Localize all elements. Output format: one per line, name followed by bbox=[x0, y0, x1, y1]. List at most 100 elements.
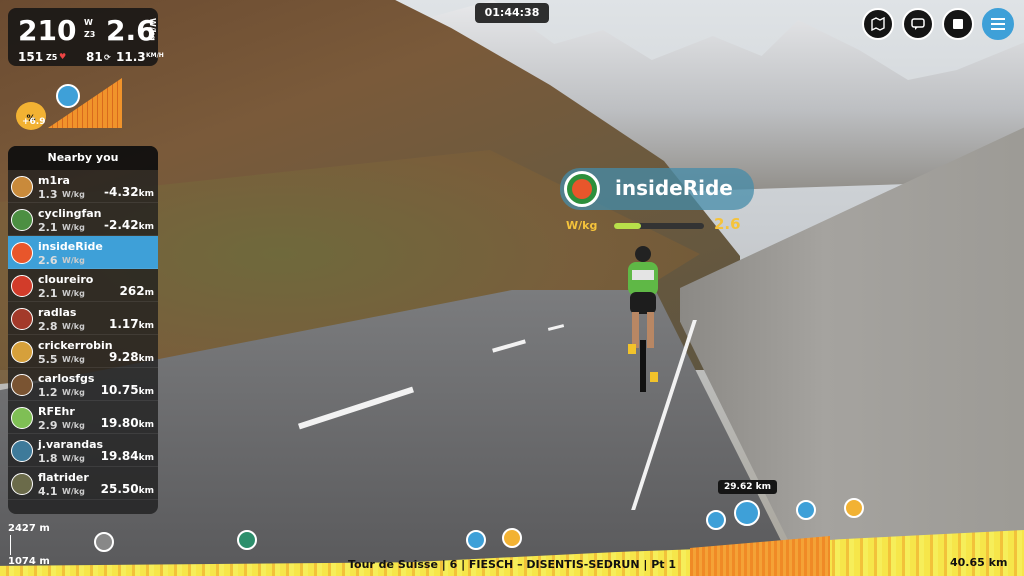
nearby-rider-row[interactable]: cyclingfan 2.1 W/kg -2.42km bbox=[8, 203, 158, 236]
rider-name: cyclingfan bbox=[38, 207, 102, 220]
rider-avatar bbox=[11, 176, 33, 198]
rider-avatar bbox=[11, 440, 33, 462]
rider-distance: -2.42km bbox=[104, 218, 154, 232]
rider-name: j.varandas bbox=[38, 438, 104, 451]
rider-name: flatrider bbox=[38, 471, 89, 484]
rider-wkg: 1.8 bbox=[38, 452, 58, 465]
rider-distance: 25.50km bbox=[101, 482, 154, 496]
rider-distance-unit: km bbox=[138, 189, 154, 199]
rider-tag-wkg-value: 2.6 bbox=[714, 215, 741, 233]
hr-zone: Z5 bbox=[46, 53, 58, 62]
course-title: Tour de Suisse | 6 | FIESCH – DISENTIS-S… bbox=[347, 558, 677, 571]
nearby-rider-row[interactable]: m1ra 1.3 W/kg -4.32km bbox=[8, 170, 158, 203]
rider-distance: 1.17km bbox=[109, 317, 154, 331]
rider-wkg: 2.8 bbox=[38, 320, 58, 333]
rider-name: radlas bbox=[38, 306, 77, 319]
rider-marker-icon[interactable] bbox=[734, 500, 760, 526]
speed-value: 11.3 bbox=[116, 50, 146, 64]
nearby-riders-panel: Nearby you m1ra 1.3 W/kg -4.32km cyclingfan 2… bbox=[8, 146, 158, 514]
rider-wkg-unit: W/kg bbox=[62, 289, 85, 298]
altitude-min: 1074 m bbox=[8, 556, 50, 567]
nearby-rider-row[interactable]: crickerrobin 5.5 W/kg 9.28km bbox=[8, 335, 158, 368]
cyclist-avatar bbox=[628, 246, 658, 392]
rider-distance-value: 262 bbox=[119, 284, 145, 298]
rider-wkg-unit: W/kg bbox=[62, 454, 85, 463]
rider-tag-wkg-label: W/kg bbox=[566, 219, 598, 232]
menu-button[interactable] bbox=[982, 8, 1014, 40]
rider-name: RFEhr bbox=[38, 405, 75, 418]
nearby-rider-row[interactable]: radlas 2.8 W/kg 1.17km bbox=[8, 302, 158, 335]
map-button[interactable] bbox=[862, 8, 894, 40]
rider-name: crickerrobin bbox=[38, 339, 113, 352]
menu-icon bbox=[991, 18, 1005, 30]
rider-name: insideRide bbox=[38, 240, 103, 253]
rider-marker-icon[interactable] bbox=[502, 528, 522, 548]
rider-wkg: 5.5 bbox=[38, 353, 58, 366]
rider-distance-value: 9.28 bbox=[109, 350, 139, 364]
rider-avatar bbox=[11, 209, 33, 231]
rider-avatar bbox=[11, 275, 33, 297]
chat-icon bbox=[911, 18, 925, 30]
rider-name: cloureiro bbox=[38, 273, 94, 286]
rider-avatar bbox=[11, 308, 33, 330]
rider-distance-value: 10.75 bbox=[100, 383, 139, 397]
speed-unit: KM/H bbox=[146, 52, 164, 59]
nearby-rider-row[interactable]: RFEhr 2.9 W/kg 19.80km bbox=[8, 401, 158, 434]
cadence-value: 81 bbox=[86, 50, 103, 64]
nearby-title: Nearby you bbox=[8, 146, 158, 170]
rider-wkg: 2.9 bbox=[38, 419, 58, 432]
rider-position-icon bbox=[56, 84, 80, 108]
rider-marker-icon[interactable] bbox=[796, 500, 816, 520]
rider-distance-value: 19.80 bbox=[100, 416, 139, 430]
rider-marker-icon[interactable] bbox=[237, 530, 257, 550]
altitude-max: 2427 m bbox=[8, 523, 50, 534]
nearby-rider-row[interactable]: insideRide 2.6 W/kg bbox=[8, 236, 158, 269]
rider-distance: 9.28km bbox=[109, 350, 154, 364]
rider-distance: -4.32km bbox=[104, 185, 154, 199]
rider-distance: 10.75km bbox=[101, 383, 154, 397]
rider-name: m1ra bbox=[38, 174, 70, 187]
rider-avatar bbox=[11, 374, 33, 396]
map-icon bbox=[871, 17, 885, 31]
rider-distance-unit: km bbox=[138, 321, 154, 331]
stop-button[interactable] bbox=[942, 8, 974, 40]
rider-distance-unit: km bbox=[138, 420, 154, 430]
nearby-rider-row[interactable]: j.varandas 1.8 W/kg 19.84km bbox=[8, 434, 158, 467]
rider-wkg: 1.3 bbox=[38, 188, 58, 201]
rider-wkg-unit: W/kg bbox=[62, 223, 85, 232]
rider-distance-value: 19.84 bbox=[100, 449, 139, 463]
rider-distance-value: 25.50 bbox=[100, 482, 139, 496]
rider-wkg: 2.6 bbox=[38, 254, 58, 267]
power-unit: W bbox=[84, 18, 93, 27]
rider-name: carlosfgs bbox=[38, 372, 95, 385]
heart-rate-value: 151 bbox=[18, 50, 44, 64]
gap-distance-label: 29.62 km bbox=[718, 480, 777, 494]
wkg-unit: W/kg bbox=[148, 18, 157, 41]
heart-icon: ♥ bbox=[59, 52, 67, 61]
rider-distance: 19.80km bbox=[101, 416, 154, 430]
elevation-steep-section bbox=[690, 536, 830, 576]
chat-button[interactable] bbox=[902, 8, 934, 40]
rider-wkg-unit: W/kg bbox=[62, 256, 85, 265]
rider-marker-icon[interactable] bbox=[706, 510, 726, 530]
rider-name-tag: insideRide bbox=[560, 168, 754, 210]
rider-distance-unit: km bbox=[138, 222, 154, 232]
rider-marker-icon[interactable] bbox=[94, 532, 114, 552]
rider-wkg-unit: W/kg bbox=[62, 190, 85, 199]
elapsed-timer: 01:44:38 bbox=[475, 3, 549, 23]
rider-distance-unit: km bbox=[138, 387, 154, 397]
nearby-rider-row[interactable]: flatrider 4.1 W/kg 25.50km bbox=[8, 467, 158, 500]
rider-marker-icon[interactable] bbox=[844, 498, 864, 518]
rider-marker-icon[interactable] bbox=[466, 530, 486, 550]
rider-distance-unit: m bbox=[144, 288, 154, 298]
rider-distance-value: 1.17 bbox=[109, 317, 139, 331]
rider-tag-name: insideRide bbox=[615, 176, 733, 200]
altitude-axis bbox=[10, 535, 11, 555]
gradient-value: +6.9 bbox=[22, 117, 46, 127]
rider-wkg-unit: W/kg bbox=[62, 421, 85, 430]
rider-wkg-unit: W/kg bbox=[62, 487, 85, 496]
nearby-rider-row[interactable]: carlosfgs 1.2 W/kg 10.75km bbox=[8, 368, 158, 401]
power-value: 210 bbox=[18, 14, 77, 47]
nearby-rider-row[interactable]: cloureiro 2.1 W/kg 262m bbox=[8, 269, 158, 302]
rider-avatar bbox=[11, 341, 33, 363]
